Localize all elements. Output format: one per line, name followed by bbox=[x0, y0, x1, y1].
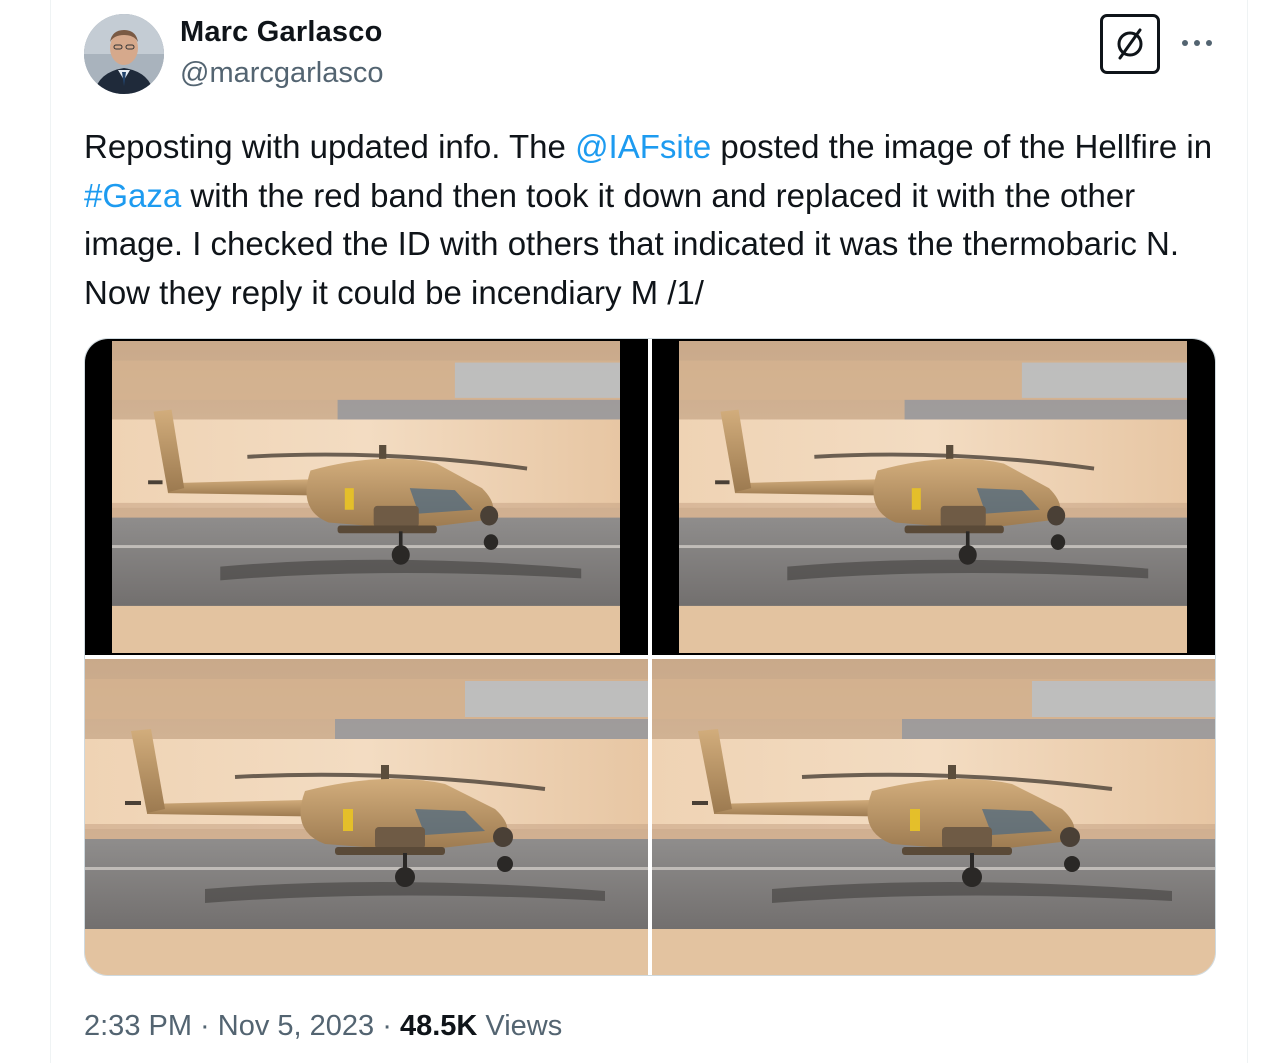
tweet-date[interactable]: Nov 5, 2023 bbox=[218, 1010, 374, 1042]
tweet-text-part2: posted the image of the Hellfire in bbox=[711, 128, 1213, 165]
tweet-meta: 2:33 PM · Nov 5, 2023 · 48.5K Views bbox=[84, 1010, 562, 1043]
views-count[interactable]: 48.5K bbox=[400, 1010, 477, 1042]
helicopter-photo-4[interactable] bbox=[652, 659, 1215, 975]
more-button[interactable] bbox=[1177, 28, 1217, 58]
avatar[interactable] bbox=[84, 14, 164, 94]
tweet-text-part3: with the red band then took it down and … bbox=[84, 176, 1180, 311]
meta-separator: · bbox=[374, 1010, 400, 1042]
tweet-text-part1: Reposting with updated info. The bbox=[84, 128, 576, 165]
helicopter-photo-2[interactable] bbox=[652, 339, 1215, 655]
tweet-text: Reposting with updated info. The @IAFsit… bbox=[84, 123, 1224, 317]
helicopter-photo-3[interactable] bbox=[85, 659, 648, 975]
mention-link[interactable]: @IAFsite bbox=[575, 128, 711, 165]
tweet-time[interactable]: 2:33 PM bbox=[84, 1010, 192, 1042]
media-grid bbox=[84, 338, 1216, 976]
author-handle[interactable]: @marcgarlasco bbox=[180, 57, 384, 90]
hashtag-link[interactable]: #Gaza bbox=[84, 177, 181, 214]
grok-button[interactable] bbox=[1100, 14, 1160, 74]
more-icon bbox=[1182, 40, 1212, 46]
views-label: Views bbox=[477, 1010, 563, 1042]
meta-separator: · bbox=[192, 1010, 218, 1042]
author-name[interactable]: Marc Garlasco bbox=[180, 16, 383, 49]
helicopter-photo-1[interactable] bbox=[85, 339, 648, 655]
grok-icon bbox=[1117, 28, 1143, 60]
